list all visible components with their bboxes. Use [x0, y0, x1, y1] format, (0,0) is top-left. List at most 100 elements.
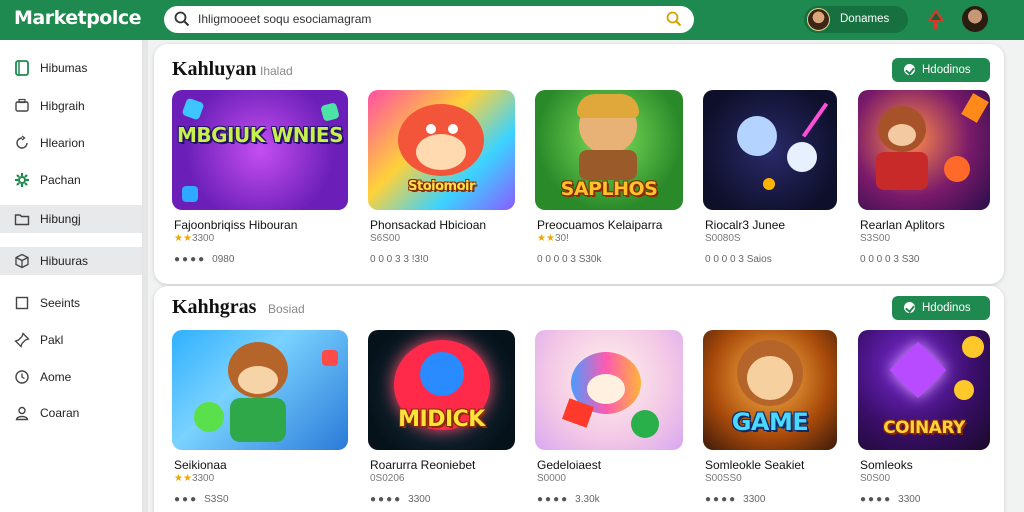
rating-stars: ★★	[174, 233, 192, 244]
game-rating: S6S00	[370, 233, 400, 244]
game-card[interactable]: MBGIUK WNIES Fajoonbriqiss Hibouran ★★33…	[172, 90, 348, 285]
rating-stars: ★★	[537, 233, 555, 244]
game-thumbnail	[703, 90, 837, 210]
search-bar[interactable]: Ihligmooeet soqu esociamagram	[164, 6, 694, 33]
sidebar-item-label: Hibuuras	[40, 254, 89, 268]
game-thumbnail: SAPLHOS	[535, 90, 683, 210]
game-thumbnail	[172, 330, 348, 450]
game-stats: 0 0 0 3 3 !3!0	[370, 254, 428, 265]
game-stats-text: 3300	[743, 494, 766, 505]
tree-icon[interactable]	[925, 7, 947, 31]
section-action-button[interactable]: Hdodinos	[892, 58, 990, 82]
user-icon	[15, 406, 29, 421]
section-subtitle: Bosiad	[268, 302, 305, 316]
user-menu-button[interactable]: Donames	[804, 6, 908, 33]
search-submit-icon[interactable]	[666, 11, 682, 27]
game-card[interactable]: SAPLHOS Preocuamos Kelaiparra ★★30! 0 0 …	[535, 90, 683, 285]
game-thumbnail: GAME	[703, 330, 837, 450]
profile-avatar[interactable]	[962, 6, 988, 32]
game-rating: ★★3300	[174, 473, 214, 484]
sidebar-item-label: Coaran	[40, 406, 80, 420]
gear-icon	[15, 173, 29, 187]
sidebar-item-label: Seeints	[40, 296, 81, 310]
thumbnail-title: Stoiomoir	[408, 179, 475, 194]
game-stats: ●●●● 3300	[370, 494, 431, 505]
game-stats: 0 0 0 0 3 S30k	[537, 254, 602, 265]
game-stats-text: 0980	[212, 254, 235, 265]
game-name: Somleoks	[860, 458, 913, 472]
section-action-label: Hdodinos	[922, 302, 971, 314]
cube-icon	[15, 253, 29, 269]
app-logo[interactable]: Marketpolce	[14, 7, 142, 29]
rating-text: S6S00	[370, 233, 401, 244]
sidebar-item-pakl[interactable]: Pakl	[0, 326, 142, 354]
sidebar-item-label: Pachan	[40, 173, 81, 187]
game-card[interactable]: Gedeloiaest S0000 ●●●● 3.30k	[535, 330, 683, 512]
game-stats-text: 3300	[408, 494, 431, 505]
game-stats: ●●●● 3300	[705, 494, 766, 505]
game-stats: ●●●● 3.30k	[537, 494, 600, 505]
sidebar-item-pachan[interactable]: Pachan	[0, 166, 142, 194]
game-rating: S00SS0	[705, 473, 742, 484]
section-action-label: Hdodinos	[922, 64, 971, 76]
sidebar-item-hlearion[interactable]: Hlearion	[0, 129, 142, 157]
sidebar-item-hibungj[interactable]: Hibungj	[0, 205, 142, 233]
game-name: Gedeloiaest	[537, 458, 602, 472]
rating-text: S0080S	[705, 233, 741, 244]
game-stats: ●●●● 3300	[860, 494, 921, 505]
sidebar-item-coaran[interactable]: Coaran	[0, 399, 142, 427]
sidebar-item-hibumas[interactable]: Hibumas	[0, 54, 142, 82]
game-rating: S3S00	[860, 233, 890, 244]
game-stats-text: 0 0 0 0 3 Saios	[705, 254, 772, 265]
sidebar-item-label: Hlearion	[40, 136, 85, 150]
section-panel: Kahluyan Ihalad Hdodinos MBGIUK WNIES Fa…	[154, 44, 1004, 284]
rating-text: S0000	[537, 473, 566, 484]
game-card[interactable]: Stoiomoir Phonsackad Hbicioan S6S00 0 0 …	[368, 90, 515, 285]
game-thumbnail: COINARY	[858, 330, 990, 450]
sidebar-item-aome[interactable]: Aome	[0, 363, 142, 391]
search-input[interactable]: Ihligmooeet soqu esociamagram	[198, 12, 371, 26]
game-card[interactable]: MIDICK Roarurra Reoniebet 0S0206 ●●●● 330…	[368, 330, 515, 512]
rating-text: 3300	[191, 473, 215, 484]
rating-text: S3S00	[860, 233, 891, 244]
game-stats-text: 0 0 0 3 3 !3!0	[370, 254, 429, 265]
sidebar-scrollbar[interactable]	[143, 40, 148, 512]
game-stats-text: 0 0 0 0 3 S30k	[537, 254, 602, 265]
section-panel: Kahhgras Bosiad Hdodinos Seikionaa ★★330…	[154, 286, 1004, 512]
rating-text: S0S00	[860, 473, 891, 484]
game-card[interactable]: Riocalr3 Junee S0080S 0 0 0 0 3 Saios	[703, 90, 837, 285]
sidebar-item-label: Pakl	[40, 333, 64, 347]
thumbnail-title: COINARY	[883, 418, 965, 438]
game-stats-text: 3300	[898, 494, 921, 505]
rating-text: S00SS0	[705, 473, 742, 484]
game-name: Riocalr3 Junee	[705, 218, 786, 232]
sidebar-item-seeints[interactable]: Seeints	[0, 289, 142, 317]
rating-stars: ★★	[174, 473, 192, 484]
user-name: Donames	[840, 13, 890, 25]
user-avatar	[807, 8, 830, 31]
section-title: Kahhgras	[172, 296, 257, 318]
section-title: Kahluyan	[172, 58, 257, 80]
game-card[interactable]: Rearlan Aplitors S3S00 0 0 0 0 3 S30	[858, 90, 990, 285]
game-thumbnail	[858, 90, 990, 210]
rating-text: 0S0206	[370, 473, 405, 484]
section-action-button[interactable]: Hdodinos	[892, 296, 990, 320]
game-stats-text: 0 0 0 0 3 S30	[860, 254, 920, 265]
game-stats: ●●●● 0980	[174, 254, 235, 265]
bookmark-icon	[15, 60, 29, 76]
game-card[interactable]: COINARY Somleoks S0S00 ●●●● 3300	[858, 330, 990, 512]
top-bar: Marketpolce Ihligmooeet soqu esociamagra…	[0, 0, 1024, 40]
check-icon	[904, 64, 915, 75]
sidebar-item-hibgraih[interactable]: Hibgraih	[0, 92, 142, 120]
game-thumbnail: MBGIUK WNIES	[172, 90, 348, 210]
game-card[interactable]: GAME Somleokle Seakiet S00SS0 ●●●● 3300	[703, 330, 837, 512]
thumbnail-title: SAPLHOS	[560, 178, 658, 200]
sidebar: Hibumas Hibgraih Hlearion Pachan Hibungj…	[0, 40, 143, 512]
game-stats: ●●● S3S0	[174, 494, 229, 505]
rating-text: 30!	[554, 233, 569, 244]
game-card[interactable]: Seikionaa ★★3300 ●●● S3S0	[172, 330, 348, 512]
sidebar-item-label: Hibungj	[40, 212, 81, 226]
game-stats-text: 3.30k	[575, 494, 600, 505]
sidebar-item-hibuuras[interactable]: Hibuuras	[0, 247, 142, 275]
game-rating: ★★30!	[537, 233, 569, 244]
